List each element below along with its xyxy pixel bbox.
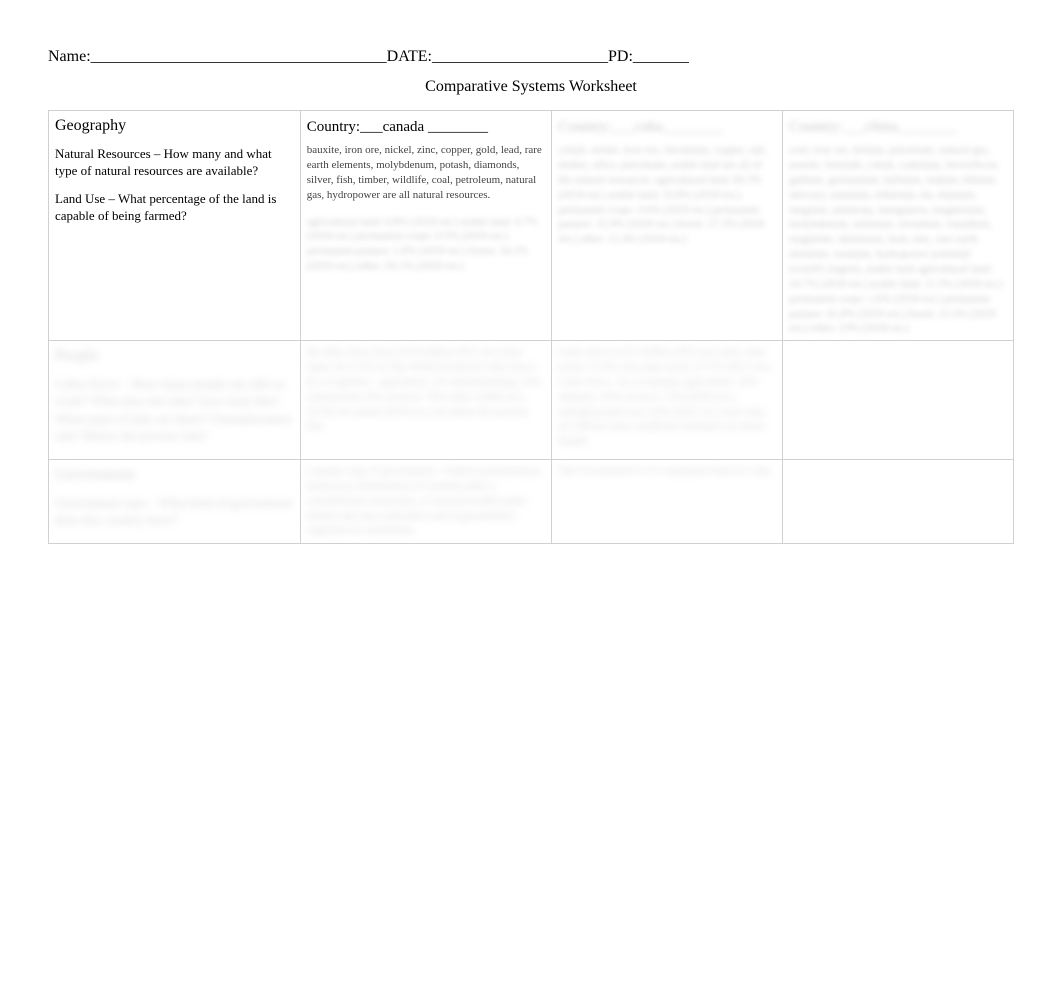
people-heading: People (55, 345, 294, 367)
pd-label: PD: (608, 48, 633, 65)
cell-government-country-a: Canada's type of government - Federal pa… (300, 460, 552, 544)
people-questions-blurred: Labor Force – How many people are able t… (55, 375, 294, 445)
cell-people-label: People Labor Force – How many people are… (49, 341, 301, 460)
people-b-blurred: Labor force 4.515 million 2021 est.) not… (558, 345, 776, 449)
land-use-label: Land Use (55, 191, 105, 206)
table-row-geography: Geography Natural Resources – How many a… (49, 111, 1014, 341)
table-row-people: People Labor Force – How many people are… (49, 341, 1014, 460)
cell-people-country-a: the labor force faces 20.8 million 2021 … (300, 341, 552, 460)
country-a-header: Country:___canada ________ (307, 115, 546, 143)
government-b-blurred: The Government Is A Communist State In C… (558, 464, 776, 479)
cell-people-country-b: Labor force 4.515 million 2021 est.) not… (552, 341, 783, 460)
country-a-resources-answer: bauxite, iron ore, nickel, zinc, copper,… (307, 143, 546, 202)
government-questions-blurred: Government type – What kind of governmen… (55, 494, 294, 529)
cell-government-label: Government Government type – What kind o… (49, 460, 301, 544)
cell-government-country-b: The Government Is A Communist State In C… (552, 460, 783, 544)
date-label: DATE: (387, 48, 432, 65)
header-line: Name:___________________________________… (48, 48, 1014, 66)
name-blank: _____________________________________ (91, 48, 387, 65)
cell-geography-country-c: Country:___china________ coal, iron ore,… (783, 111, 1014, 341)
cell-government-country-c (783, 460, 1014, 544)
date-blank: ______________________ (432, 48, 608, 65)
name-label: Name: (48, 48, 91, 65)
country-c-header: Country:___china________ (789, 115, 1007, 143)
page-title: Comparative Systems Worksheet (48, 78, 1014, 96)
country-c-blurred: coal, iron ore, helium, petroleum, natur… (789, 143, 1007, 336)
people-a-blurred: the labor force faces 20.8 million 2021 … (307, 345, 546, 434)
table-row-government: Government Government type – What kind o… (49, 460, 1014, 544)
cell-geography-label: Geography Natural Resources – How many a… (49, 111, 301, 341)
government-heading: Government (55, 464, 294, 486)
natural-resources-q: Natural Resources – How many and what ty… (55, 145, 294, 180)
pd-blank: _______ (633, 48, 689, 65)
geography-heading: Geography (55, 115, 294, 137)
country-b-header: Country:___cuba________ (558, 115, 776, 143)
government-a-blurred: Canada's type of government - Federal pa… (307, 464, 546, 538)
country-a-label: Country:___canada ________ (307, 119, 488, 135)
natural-resources-label: Natural Resources (55, 146, 151, 161)
country-a-landuse-blurred: agricultural land: 6.8% (2018 est.) arab… (307, 215, 546, 274)
cell-geography-country-b: Country:___cuba________ cobalt, nickel, … (552, 111, 783, 341)
worksheet-table: Geography Natural Resources – How many a… (48, 110, 1014, 544)
land-use-q: Land Use – What percentage of the land i… (55, 190, 294, 225)
cell-people-country-c (783, 341, 1014, 460)
country-b-blurred: cobalt, nickel, iron ore, chromium, copp… (558, 143, 776, 247)
cell-geography-country-a: Country:___canada ________ bauxite, iron… (300, 111, 552, 341)
